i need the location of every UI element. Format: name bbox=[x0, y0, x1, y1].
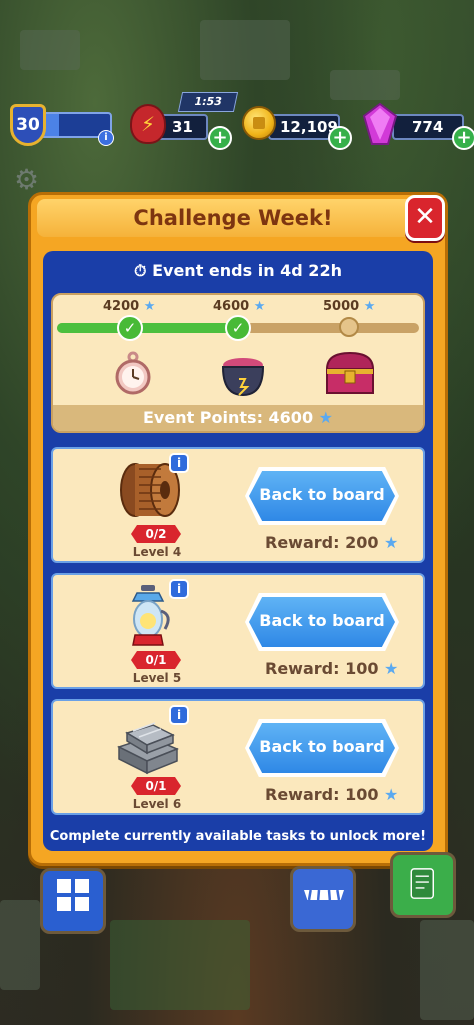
task-progress-badge: 0/2 bbox=[131, 525, 181, 543]
task-progress-badge: 0/1 bbox=[131, 651, 181, 669]
dialog-content: ⏱ Event ends in 4d 22h 4200 ★ 4600 ★ 500… bbox=[43, 251, 433, 851]
challenge-week-dialog: Challenge Week! ✕ ⏱ Event ends in 4d 22h… bbox=[28, 192, 448, 866]
milestone-2-label: 4600 ★ bbox=[213, 299, 266, 314]
task-info-icon[interactable]: i bbox=[169, 705, 189, 725]
event-timer: ⏱ Event ends in 4d 22h bbox=[43, 261, 433, 281]
task-reward: Reward: 100 ★ bbox=[265, 659, 399, 678]
gem-icon bbox=[362, 102, 398, 145]
star-icon: ★ bbox=[253, 299, 266, 314]
back-to-board-button[interactable]: Back to board bbox=[249, 471, 395, 521]
add-energy-button[interactable]: + bbox=[208, 126, 232, 150]
task-level-label: Level 5 bbox=[132, 671, 182, 685]
milestone-1-check-icon: ✓ bbox=[117, 315, 143, 341]
back-to-board-button[interactable]: Back to board bbox=[249, 597, 395, 647]
milestone-2-check-icon: ✓ bbox=[225, 315, 251, 341]
star-icon: ★ bbox=[363, 299, 376, 314]
star-icon: ★ bbox=[384, 533, 399, 552]
board-menu-button[interactable] bbox=[40, 868, 106, 934]
dialog-footer-hint: Complete currently available tasks to un… bbox=[49, 829, 427, 844]
grid-icon bbox=[57, 879, 89, 911]
quests-button[interactable] bbox=[390, 852, 456, 918]
treasure-chest-icon[interactable] bbox=[323, 349, 377, 397]
milestone-3-label: 5000 ★ bbox=[323, 299, 376, 314]
stopwatch-icon: ⏱ bbox=[134, 261, 147, 280]
task-info-icon[interactable]: i bbox=[169, 579, 189, 599]
energy-bolt-icon: ⚡ bbox=[130, 104, 166, 144]
milestone-3-marker bbox=[339, 317, 359, 337]
dialog-title-bar: Challenge Week! bbox=[37, 199, 437, 237]
task-info-icon[interactable]: i bbox=[169, 453, 189, 473]
task-card: i 0/1 Level 5 Back to board Reward: 100 … bbox=[51, 573, 425, 689]
potion-cauldron-icon[interactable] bbox=[217, 349, 269, 401]
back-to-board-button[interactable]: Back to board bbox=[249, 723, 395, 773]
shop-awning-icon bbox=[304, 889, 344, 901]
energy-refill-timer: 1:53 bbox=[177, 92, 239, 112]
xp-info-icon[interactable]: i bbox=[98, 130, 114, 146]
pocket-watch-icon[interactable] bbox=[109, 349, 157, 397]
event-points-text: Event Points: 4600 bbox=[142, 408, 314, 427]
scroll-icon bbox=[410, 868, 434, 899]
top-hud: 30 i 31 ⚡ 1:53 + 12,109 + 774 + bbox=[0, 92, 474, 160]
coin-icon bbox=[242, 106, 276, 140]
task-reward: Reward: 100 ★ bbox=[265, 785, 399, 804]
event-timer-text: Event ends in 4d 22h bbox=[152, 261, 342, 280]
task-level-label: Level 4 bbox=[132, 545, 182, 559]
player-level-badge[interactable]: 30 bbox=[10, 104, 46, 146]
task-card: i 0/1 Level 6 Back to board Reward: 100 … bbox=[51, 699, 425, 815]
milestone-1-label: 4200 ★ bbox=[103, 299, 156, 314]
shop-button[interactable] bbox=[290, 866, 356, 932]
dialog-title: Challenge Week! bbox=[133, 206, 333, 230]
settings-gear-icon[interactable]: ⚙ bbox=[14, 166, 42, 194]
milestone-progress-card: 4200 ★ 4600 ★ 5000 ★ ✓ ✓ Event Points: 4… bbox=[51, 293, 425, 433]
task-progress-badge: 0/1 bbox=[131, 777, 181, 795]
add-coins-button[interactable]: + bbox=[328, 126, 352, 150]
star-icon: ★ bbox=[384, 659, 399, 678]
task-card: i 0/2 Level 4 Back to board Reward: 200 … bbox=[51, 447, 425, 563]
star-icon: ★ bbox=[143, 299, 156, 314]
close-button[interactable]: ✕ bbox=[405, 195, 445, 241]
star-icon: ★ bbox=[318, 408, 333, 427]
event-points-bar: Event Points: 4600 ★ bbox=[53, 405, 423, 431]
task-reward: Reward: 200 ★ bbox=[265, 533, 399, 552]
task-level-label: Level 6 bbox=[132, 797, 182, 811]
star-icon: ★ bbox=[384, 785, 399, 804]
add-gems-button[interactable]: + bbox=[452, 126, 474, 150]
